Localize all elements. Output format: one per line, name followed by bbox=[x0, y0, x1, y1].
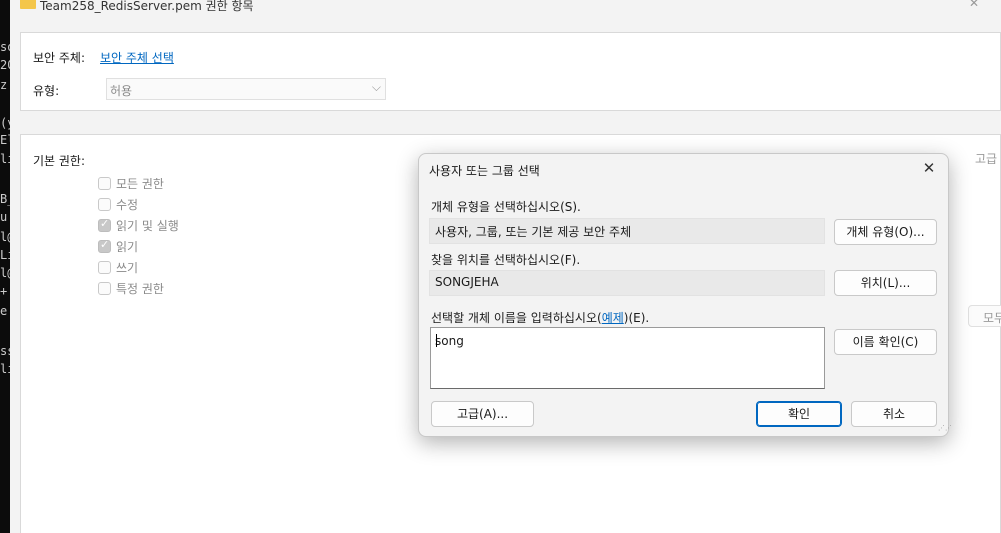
location-value: SONGJEHA bbox=[435, 275, 499, 289]
check-names-button[interactable]: 이름 확인(C) bbox=[834, 329, 937, 355]
object-names-value: song bbox=[435, 334, 464, 348]
terminal-line: l@ bbox=[0, 266, 10, 280]
terminal-line: + bbox=[0, 284, 8, 298]
location-field: SONGJEHA bbox=[429, 270, 825, 296]
checkbox[interactable] bbox=[98, 198, 111, 211]
terminal-line: e bbox=[0, 304, 8, 318]
cancel-button[interactable]: 취소 bbox=[851, 401, 937, 427]
terminal-line: B_ bbox=[0, 192, 10, 206]
object-names-label-prefix: 선택할 개체 이름을 입력하십시오( bbox=[431, 311, 602, 325]
chevron-down-icon: ⌵ bbox=[371, 80, 381, 94]
terminal-line: u bbox=[0, 210, 8, 224]
select-users-groups-dialog: 사용자 또는 그룹 선택 ✕ 개체 유형을 선택하십시오(S). 사용자, 그룹… bbox=[418, 153, 952, 437]
basic-permissions-label: 기본 권한: bbox=[33, 154, 86, 168]
permission-label: 특정 권한 bbox=[116, 282, 164, 296]
object-names-label: 선택할 개체 이름을 입력하십시오(예제)(E). bbox=[431, 309, 649, 326]
background-terminal: so 20 z (y El li B_ u l@ Li l@ + e ss li bbox=[0, 0, 10, 533]
terminal-line: (y bbox=[0, 116, 10, 130]
dialog-title: 사용자 또는 그룹 선택 bbox=[429, 164, 540, 178]
object-type-field: 사용자, 그룹, 또는 기본 제공 보안 주체 bbox=[429, 218, 825, 244]
advanced-permissions-link[interactable]: 고급 bbox=[975, 150, 997, 167]
ok-button[interactable]: 확인 bbox=[756, 401, 842, 427]
window-title: Team258_RedisServer.pem 권한 항목 bbox=[40, 0, 254, 13]
terminal-line: z bbox=[0, 78, 8, 92]
window-titlebar: Team258_RedisServer.pem 권한 항목 ✕ bbox=[10, 0, 1001, 16]
clear-all-button[interactable]: 모두 bbox=[968, 305, 1001, 327]
select-principal-link[interactable]: 보안 주체 선택 bbox=[100, 49, 174, 66]
object-type-label: 개체 유형을 선택하십시오(S). bbox=[431, 200, 581, 214]
text-caret bbox=[436, 334, 437, 347]
terminal-line: li bbox=[0, 152, 10, 166]
checkbox[interactable] bbox=[98, 217, 111, 232]
terminal-line: Li bbox=[0, 248, 10, 262]
principal-label: 보안 주체: bbox=[33, 51, 86, 65]
type-select[interactable]: 허용 ⌵ bbox=[106, 78, 386, 100]
examples-link[interactable]: 예제 bbox=[602, 311, 624, 325]
object-types-button[interactable]: 개체 유형(O)... bbox=[834, 219, 937, 245]
window-close-icon[interactable]: ✕ bbox=[969, 0, 979, 10]
object-names-label-suffix: )(E). bbox=[623, 311, 650, 325]
close-icon[interactable]: ✕ bbox=[918, 157, 940, 179]
object-names-input[interactable]: song bbox=[430, 327, 825, 389]
terminal-line: ss bbox=[0, 344, 10, 358]
permission-label: 모든 권한 bbox=[116, 177, 164, 191]
terminal-line: l@ bbox=[0, 230, 10, 244]
terminal-line: li bbox=[0, 362, 10, 376]
object-type-value: 사용자, 그룹, 또는 기본 제공 보안 주체 bbox=[435, 225, 632, 239]
type-select-value: 허용 bbox=[110, 84, 133, 98]
permission-label: 수정 bbox=[116, 198, 139, 212]
checkbox[interactable] bbox=[98, 282, 111, 295]
terminal-line: El bbox=[0, 133, 10, 147]
terminal-line: so bbox=[0, 40, 10, 54]
folder-icon bbox=[20, 0, 36, 9]
resize-grip-icon[interactable]: ⋰⋰ bbox=[938, 425, 952, 434]
permission-label: 읽기 bbox=[116, 240, 139, 254]
type-label: 유형: bbox=[33, 84, 60, 98]
principal-panel: 보안 주체: 보안 주체 선택 유형: 허용 ⌵ bbox=[20, 32, 1001, 111]
permission-label: 읽기 및 실행 bbox=[116, 219, 179, 233]
checkbox[interactable] bbox=[98, 261, 111, 274]
checkbox[interactable] bbox=[98, 238, 111, 253]
permission-label: 쓰기 bbox=[116, 261, 139, 275]
checkbox[interactable] bbox=[98, 177, 111, 190]
locations-button[interactable]: 위치(L)... bbox=[834, 270, 937, 296]
terminal-line: 20 bbox=[0, 58, 10, 72]
advanced-button[interactable]: 고급(A)... bbox=[431, 401, 534, 427]
location-label: 찾을 위치를 선택하십시오(F). bbox=[431, 253, 581, 267]
